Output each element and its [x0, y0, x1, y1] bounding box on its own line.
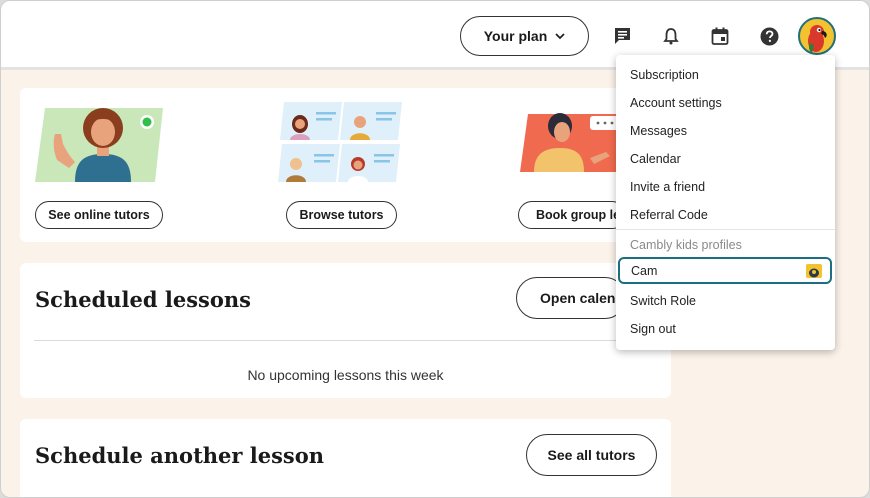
kids-profiles-header: Cambly kids profiles	[630, 238, 742, 252]
menu-item-invite-a-friend[interactable]: Invite a friend	[630, 180, 705, 194]
see-online-tutors-button[interactable]: See online tutors	[35, 201, 163, 229]
open-calendar-label: Open calendar	[540, 290, 625, 306]
online-status-dot	[142, 117, 152, 127]
kid-profile-cam[interactable]: Cam	[618, 257, 832, 284]
user-avatar[interactable]	[798, 17, 836, 55]
app-window: Your plan See online tutors Browse tutor…	[0, 0, 870, 498]
menu-item-referral-code[interactable]: Referral Code	[630, 208, 708, 222]
schedule-another-lesson-card: Schedule another lesson See all tutors	[20, 419, 671, 497]
open-calendar-button[interactable]: Open calendar	[516, 277, 626, 319]
calendar-icon[interactable]	[710, 26, 730, 46]
help-icon[interactable]	[759, 26, 779, 46]
menu-item-switch-role[interactable]: Switch Role	[630, 294, 696, 308]
see-all-tutors-button[interactable]: See all tutors	[526, 434, 657, 476]
schedule-another-lesson-title: Schedule another lesson	[35, 443, 325, 468]
messages-icon[interactable]	[612, 26, 632, 46]
section-divider	[34, 340, 657, 341]
kid-avatar-icon	[806, 264, 822, 278]
browse-tutors-button[interactable]: Browse tutors	[286, 201, 397, 229]
bell-icon[interactable]	[661, 26, 681, 46]
quick-actions-card: See online tutors Browse tutors Book gro…	[20, 88, 671, 242]
book-group-lessons-button[interactable]: Book group lessons	[518, 201, 626, 229]
parrot-mascot-icon	[808, 25, 827, 53]
your-plan-dropdown[interactable]: Your plan	[460, 16, 589, 56]
scheduled-lessons-card: Scheduled lessons Open calendar No upcom…	[20, 263, 671, 398]
menu-item-calendar[interactable]: Calendar	[630, 152, 681, 166]
group-lessons-illustration	[520, 113, 620, 172]
chevron-down-icon	[555, 32, 565, 39]
menu-item-subscription[interactable]: Subscription	[630, 68, 699, 82]
scheduled-lessons-title: Scheduled lessons	[35, 287, 251, 312]
see-online-tutors-label: See online tutors	[48, 208, 150, 222]
menu-separator	[616, 229, 835, 230]
menu-item-account-settings[interactable]: Account settings	[630, 96, 722, 110]
menu-item-messages[interactable]: Messages	[630, 124, 687, 138]
no-lessons-message: No upcoming lessons this week	[247, 367, 444, 383]
kid-profile-name: Cam	[631, 264, 658, 278]
menu-item-sign-out[interactable]: Sign out	[630, 322, 676, 336]
browse-tutors-illustration	[278, 102, 402, 182]
browse-tutors-label: Browse tutors	[299, 208, 384, 222]
online-tutor-illustration	[35, 108, 163, 182]
see-all-tutors-label: See all tutors	[547, 447, 636, 463]
your-plan-label: Your plan	[483, 28, 548, 44]
book-group-lessons-label: Book group lessons	[536, 208, 625, 222]
account-dropdown-menu: Subscription Account settings Messages C…	[616, 55, 835, 350]
